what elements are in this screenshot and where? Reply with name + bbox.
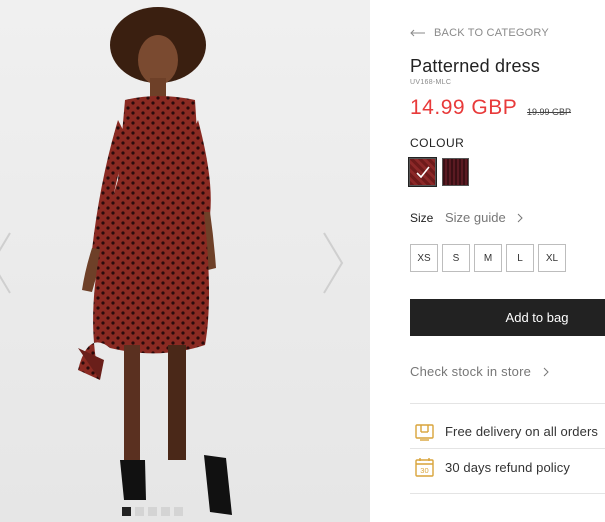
- gallery-dot[interactable]: [122, 507, 131, 516]
- gallery-dot[interactable]: [148, 507, 157, 516]
- check-icon: [416, 166, 430, 179]
- feature-label: Free delivery on all orders: [445, 424, 598, 439]
- back-to-category-link[interactable]: BACK TO CATEGORY: [410, 25, 549, 41]
- feature-free-delivery: Free delivery on all orders: [414, 421, 598, 442]
- size-option-xs[interactable]: XS: [410, 244, 438, 272]
- product-page: BACK TO CATEGORY Patterned dress UV168-M…: [0, 0, 605, 522]
- size-option-s[interactable]: S: [442, 244, 470, 272]
- size-option-m[interactable]: M: [474, 244, 502, 272]
- gallery-pagination: [122, 507, 183, 516]
- size-guide-link[interactable]: Size guide: [445, 210, 523, 225]
- divider: [410, 493, 605, 494]
- product-photo: [0, 0, 370, 522]
- colour-swatch-selected[interactable]: [408, 157, 437, 187]
- calendar-icon-text: 30: [420, 466, 429, 475]
- calendar-30-icon: 30: [415, 458, 434, 477]
- next-image-arrow[interactable]: [318, 228, 348, 298]
- prev-image-arrow[interactable]: [0, 228, 18, 298]
- colour-label: COLOUR: [410, 136, 465, 150]
- feature-label: 30 days refund policy: [445, 460, 570, 475]
- colour-swatch[interactable]: [442, 158, 469, 186]
- gallery-dot[interactable]: [161, 507, 170, 516]
- product-gallery: [0, 0, 370, 522]
- gallery-dot[interactable]: [135, 507, 144, 516]
- gallery-dot[interactable]: [174, 507, 183, 516]
- chevron-right-icon: [543, 367, 549, 376]
- product-details: BACK TO CATEGORY Patterned dress UV168-M…: [370, 0, 605, 522]
- add-to-bag-button[interactable]: Add to bag: [410, 299, 605, 336]
- arrow-left-icon: [410, 29, 425, 37]
- delivery-icon: [415, 424, 434, 441]
- feature-refund-policy: 30 30 days refund policy: [414, 457, 570, 478]
- size-option-xl[interactable]: XL: [538, 244, 566, 272]
- current-price: 14.99 GBP: [410, 96, 518, 119]
- chevron-right-icon: [517, 213, 523, 222]
- old-price: 19.99 GBP: [527, 107, 572, 117]
- check-stock-label: Check stock in store: [410, 364, 532, 379]
- product-title: Patterned dress: [410, 56, 541, 76]
- divider: [410, 448, 605, 449]
- size-options: XS S M L XL: [410, 244, 566, 272]
- size-option-l[interactable]: L: [506, 244, 534, 272]
- divider: [410, 403, 605, 404]
- check-stock-link[interactable]: Check stock in store: [410, 364, 549, 379]
- size-label: Size: [410, 211, 434, 225]
- size-guide-label: Size guide: [445, 210, 506, 225]
- back-label: BACK TO CATEGORY: [434, 27, 549, 39]
- product-sku: UV168-MLC: [410, 79, 452, 86]
